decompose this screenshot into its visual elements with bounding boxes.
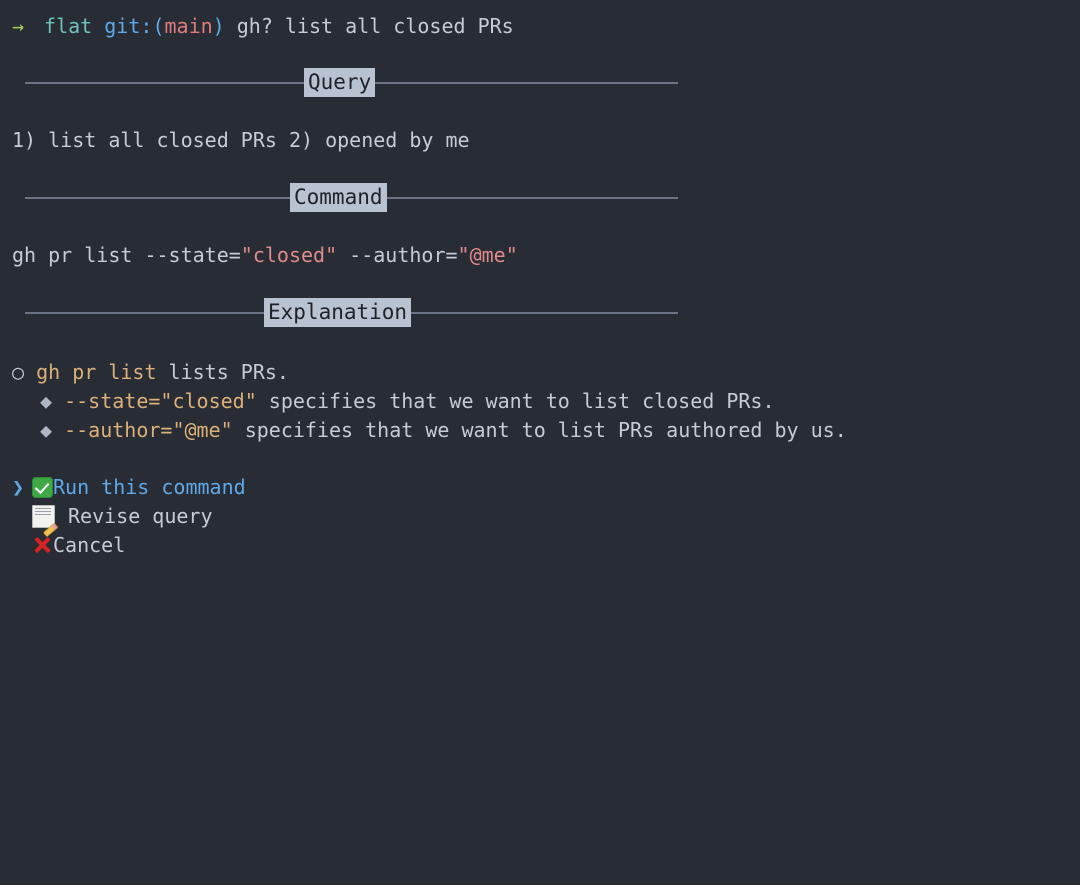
section-rule-query: Query [25,68,678,98]
command-text: gh pr list --state="closed" --author="@m… [12,241,518,269]
query-text: 1) list all closed PRs 2) opened by me [12,128,470,152]
bullet-circle-icon: ○ [12,360,25,384]
explanation-rest: specifies that we want to list PRs autho… [232,418,847,442]
menu-item-label: Revise query [68,504,213,528]
explanation-rest: specifies that we want to list closed PR… [256,389,775,413]
prompt-paren-close: ) [212,14,225,38]
check-mark-emoji-icon [32,476,53,498]
prompt-arrow-icon: → [12,14,25,38]
menu-item-revise-query[interactable]: ❯ Revise query [12,502,213,536]
cross-mark-emoji-icon [32,535,53,556]
explanation-code: --author="@me" [64,418,233,442]
prompt-git-branch: main [164,14,213,38]
menu-item-label: Cancel [53,533,126,557]
command-part-3: "@me" [457,243,518,267]
explanation-item: ○ gh pr list lists PRs. [12,358,289,386]
terminal-window: → flat git:(main) gh? list all closed PR… [0,0,1080,885]
command-part-0: gh pr list --state= [12,243,241,267]
explanation-rest: lists PRs. [156,360,289,384]
menu-item-run-this-command[interactable]: ❯ Run this command [12,473,246,501]
command-part-1: "closed" [240,243,338,267]
prompt-paren-open: ( [152,14,165,38]
section-label-query: Query [304,68,376,97]
section-rule-explanation: Explanation [25,298,678,328]
section-rule-command: Command [25,183,678,213]
bullet-diamond-icon: ◆ [40,418,53,442]
section-label-command: Command [290,183,387,212]
bullet-diamond-icon: ◆ [40,389,53,413]
prompt-git-keyword: git: [104,14,153,38]
section-label-explanation: Explanation [264,298,412,327]
selection-cursor-icon: ❯ [12,475,25,499]
explanation-code: gh pr list [36,360,157,384]
shell-prompt-line: → flat git:(main) gh? list all closed PR… [12,12,514,40]
selection-cursor-placeholder: ❯ [12,502,32,530]
memo-emoji-icon [32,504,58,536]
selection-cursor-placeholder: ❯ [12,531,32,559]
menu-item-label: Run this command [53,475,246,499]
explanation-code: --state="closed" [64,389,257,413]
prompt-command-text: gh? list all closed PRs [236,14,514,38]
prompt-directory: flat [44,14,93,38]
command-part-2: --author= [337,243,458,267]
explanation-item: ◆ --state="closed" specifies that we wan… [40,387,775,415]
menu-item-cancel[interactable]: ❯ Cancel [12,531,125,559]
explanation-item: ◆ --author="@me" specifies that we want … [40,416,847,444]
